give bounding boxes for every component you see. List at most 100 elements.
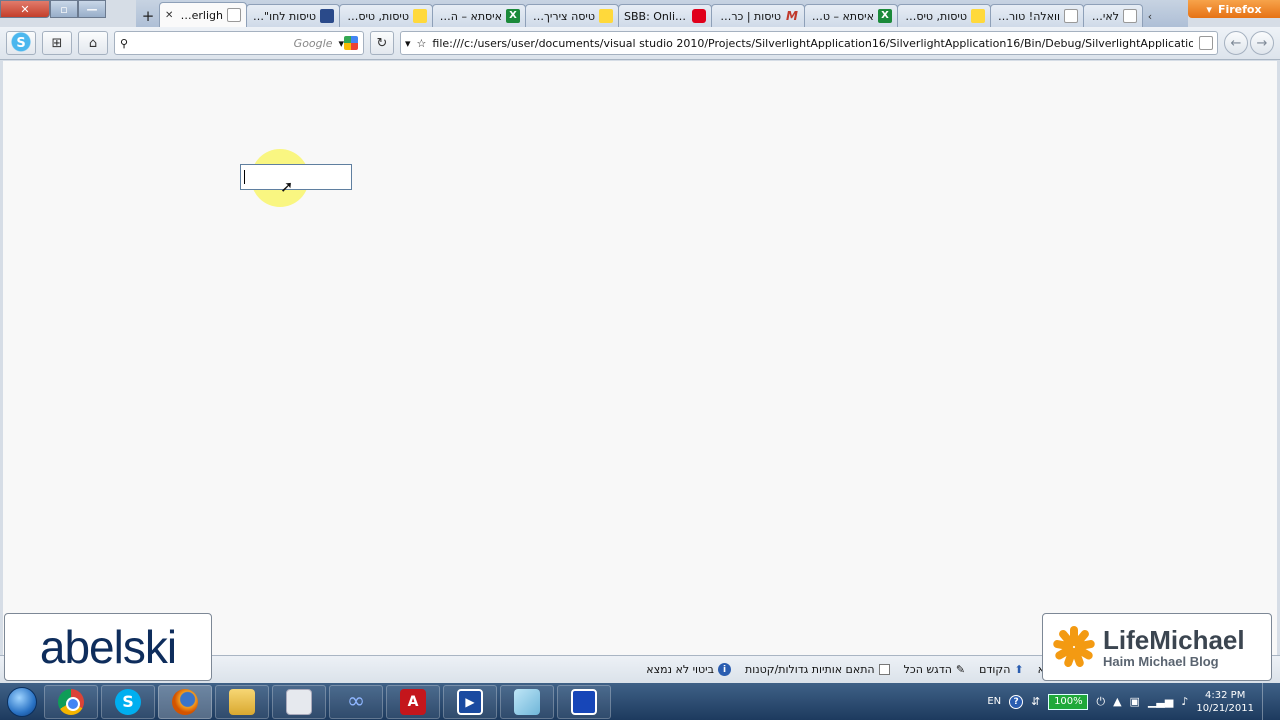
skype-icon: S (16, 35, 26, 51)
forward-button[interactable]: → (1250, 31, 1274, 55)
lifemichael-title: LifeMichael (1103, 624, 1245, 655)
taskbar-explorer[interactable] (215, 684, 269, 719)
tab-label: Silverligh... (177, 8, 223, 22)
tab-label: וואלה! טורס –... (996, 9, 1060, 23)
taskbar-notes[interactable] (500, 684, 554, 719)
search-icon: ⚲ (120, 36, 129, 50)
minimize-window-button[interactable]: — (78, 0, 106, 18)
page-icon (1064, 9, 1078, 23)
network-tray-icon[interactable]: ⇵ (1031, 695, 1040, 708)
reload-button[interactable]: ↻ (370, 31, 394, 55)
taskbar-pdf-viewer[interactable] (272, 684, 326, 719)
highlight-all-button[interactable]: ✎ הדגש הכל (904, 663, 966, 676)
tab-italy[interactable]: לאיטלי... (1083, 4, 1143, 27)
system-tray: EN ? ⇵ 100% ⏻ ▲ ▣ ▁▃▅ ♪ 4:32 PM 10/21/20… (987, 683, 1280, 720)
url-text: file:///c:/users/user/documents/visual s… (432, 36, 1193, 50)
find-previous-button[interactable]: ⬆ הקודם (979, 663, 1024, 676)
firefox-menu-button[interactable]: ▾ Firefox (1188, 0, 1280, 18)
tab-flights-1[interactable]: טיסות, טיסה, ... (339, 4, 433, 27)
clock-time: 4:32 PM (1205, 689, 1246, 701)
show-hidden-icons-icon[interactable]: ▲ (1113, 695, 1121, 708)
abelski-logo: abelski (4, 613, 212, 681)
bird-icon (320, 9, 334, 23)
taskbar-infinity[interactable]: ∞ (329, 684, 383, 719)
taskbar-media[interactable]: ▶ (443, 684, 497, 719)
abelski-logo-text: abelski (39, 621, 177, 673)
system-clock[interactable]: 4:32 PM 10/21/2011 (1196, 689, 1254, 715)
clock-date: 10/21/2011 (1196, 702, 1254, 714)
lifemichael-logo: LifeMichael Haim Michael Blog (1042, 613, 1272, 681)
infinity-icon: ∞ (346, 689, 366, 714)
home-button[interactable]: ⌂ (78, 31, 108, 55)
remote-icon (571, 688, 597, 715)
tab-sbb-online[interactable]: SBB: Online ... (618, 4, 712, 27)
acrobat-icon: A (400, 688, 426, 715)
home-icon: ⌂ (88, 35, 98, 51)
chevron-left-icon: ‹ (1147, 9, 1153, 23)
tab-label: לאיטלי... (1089, 9, 1119, 23)
tab-flight-tickets[interactable]: M טיסות | כרטי... (711, 4, 805, 27)
device-tray-icon[interactable]: ▣ (1130, 695, 1140, 708)
mouse-cursor-icon: ➚ (280, 177, 294, 196)
bookmark-star-icon[interactable]: ☆ (417, 37, 427, 50)
page-identity-icon[interactable] (1199, 36, 1213, 50)
sbb-icon (692, 9, 706, 23)
taskbar-remote[interactable] (557, 684, 611, 719)
media-icon: ▶ (457, 688, 483, 715)
skype-icon: S (115, 688, 141, 715)
history-dropdown-icon[interactable]: ▾ (405, 37, 411, 50)
tab-scroll-button[interactable]: ‹ (1143, 5, 1157, 27)
taskbar-firefox[interactable] (158, 684, 212, 719)
downloads-button[interactable]: ⊞ (42, 31, 72, 55)
tab-walla-tours[interactable]: וואלה! טורס –... (990, 4, 1084, 27)
tab-label: טיסות, טיסה, ... (903, 9, 967, 23)
checkbox-box[interactable] (878, 664, 890, 675)
taskbar-acrobat[interactable]: A (386, 684, 440, 719)
start-button[interactable] (0, 683, 44, 720)
back-arrow-icon: ← (1230, 35, 1242, 51)
tab-zurich-flight[interactable]: טיסה ציריך - ... (525, 4, 619, 27)
tab-strip: + Silverligh... ✕ טיסות לחו"ל |... טיסות… (136, 0, 1188, 27)
restore-icon: ▫ (60, 2, 68, 16)
find-status-label: ביטוי לא נמצא (646, 663, 714, 676)
match-case-checkbox[interactable]: התאם אותיות גדולות/קטנות (745, 663, 890, 676)
tab-label: טיסות | כרטי... (717, 9, 781, 23)
plus-icon: + (141, 7, 155, 25)
tab-issta-flights[interactable]: X איסתא – טיסו... (804, 4, 898, 27)
find-status: i ביטוי לא נמצא (646, 663, 731, 676)
tab-silverlight[interactable]: Silverligh... ✕ (159, 2, 247, 27)
tab-label: איסתא – טיסו... (810, 9, 874, 23)
taskbar-skype[interactable]: S (101, 684, 155, 719)
maximize-window-button[interactable]: ▫ (50, 0, 78, 18)
tab-label: טיסות לחו"ל |... (252, 9, 316, 23)
power-plug-icon[interactable]: ⏻ (1096, 695, 1105, 709)
close-window-button[interactable]: ✕ (0, 0, 50, 18)
back-button[interactable]: ← (1224, 31, 1248, 55)
battery-indicator[interactable]: 100% (1048, 693, 1089, 710)
tab-close-icon[interactable]: ✕ (165, 10, 173, 21)
x-icon: X (878, 9, 892, 23)
info-icon: i (718, 663, 731, 676)
google-icon[interactable] (344, 36, 358, 50)
search-placeholder: Google (293, 36, 333, 50)
show-desktop-button[interactable] (1262, 683, 1272, 720)
help-icon[interactable]: ? (1009, 694, 1024, 709)
window-controls: ✕ ▫ — (0, 0, 106, 20)
taskbar-chrome[interactable] (44, 684, 98, 719)
search-input[interactable]: ⚲ Google ▾ (114, 31, 364, 55)
wifi-signal-icon[interactable]: ▁▃▅ (1148, 695, 1173, 708)
address-bar[interactable]: ▾ ☆ file:///c:/users/user/documents/visu… (400, 31, 1218, 55)
reload-icon: ↻ (376, 35, 388, 51)
tab-flights-abroad[interactable]: טיסות לחו"ל |... (246, 4, 340, 27)
new-tab-button[interactable]: + (136, 5, 160, 27)
skype-addon-button[interactable]: S (6, 31, 36, 55)
windows-logo-icon (7, 686, 37, 717)
tab-issta-booking[interactable]: X איסתא – הזמ... (432, 4, 526, 27)
language-indicator[interactable]: EN (987, 696, 1001, 707)
tab-flights-2[interactable]: טיסות, טיסה, ... (897, 4, 991, 27)
star-icon (599, 9, 613, 23)
volume-icon[interactable]: ♪ (1181, 695, 1188, 708)
silverlight-textbox[interactable] (240, 164, 352, 190)
firefox-menu-label: Firefox (1217, 2, 1262, 16)
page-content: ➚ (3, 61, 1277, 655)
